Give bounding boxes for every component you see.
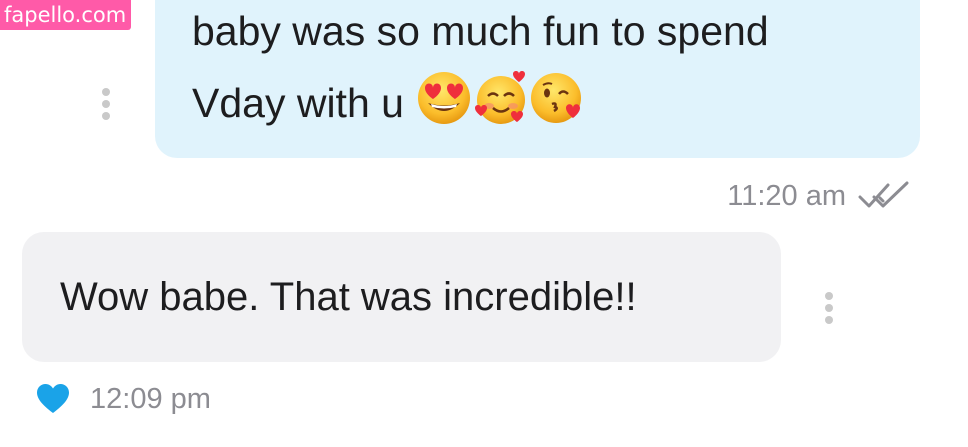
incoming-more-options-icon[interactable] bbox=[822, 292, 836, 328]
outgoing-message-text: baby was so much fun to spend Vday with … bbox=[192, 0, 892, 148]
incoming-message-bubble[interactable]: Wow babe. That was incredible!! bbox=[22, 232, 781, 362]
heart-eyes-face-icon bbox=[417, 72, 470, 124]
face-blowing-kiss-icon bbox=[530, 73, 581, 123]
outgoing-timestamp: 11:20 am bbox=[727, 179, 846, 212]
outgoing-more-options-icon[interactable] bbox=[99, 88, 113, 124]
outgoing-message-meta: 11:20 am bbox=[727, 176, 910, 216]
watermark: fapello.com bbox=[0, 0, 132, 30]
incoming-message-meta: 12:09 pm bbox=[36, 377, 211, 421]
outgoing-message-bubble[interactable]: baby was so much fun to spend Vday with … bbox=[155, 0, 920, 158]
emoji-group bbox=[416, 70, 587, 148]
incoming-timestamp: 12:09 pm bbox=[90, 382, 211, 415]
chat-screen: fapello.com baby was so much fun to spen… bbox=[0, 0, 968, 447]
incoming-message-text: Wow babe. That was incredible!! bbox=[60, 275, 637, 319]
smiling-face-with-hearts-icon bbox=[474, 71, 525, 124]
heart-icon[interactable] bbox=[36, 383, 70, 415]
double-check-read-icon bbox=[858, 181, 909, 208]
